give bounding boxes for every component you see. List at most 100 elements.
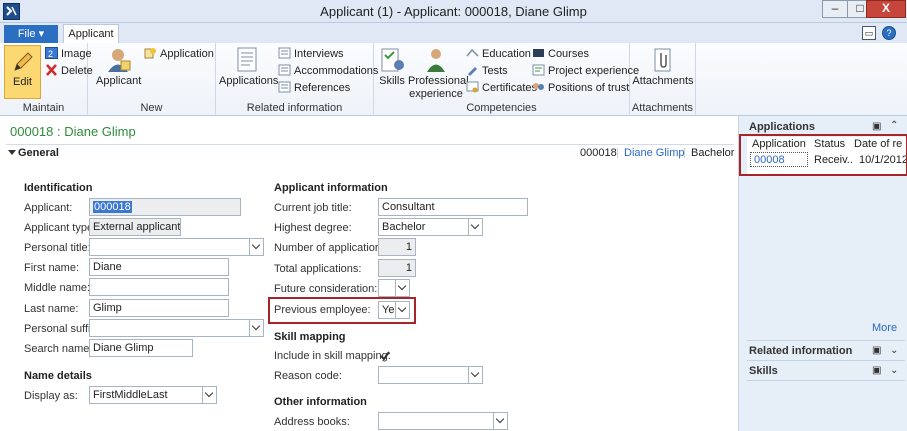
factbox-layout-icon[interactable]: ▣ — [872, 345, 881, 356]
factbox-layout-icon[interactable]: ▣ — [872, 121, 881, 132]
chevron-down-icon[interactable] — [468, 367, 482, 383]
chevron-down-icon[interactable] — [468, 219, 482, 235]
references-icon — [278, 81, 291, 93]
edit-button[interactable]: Edit — [4, 45, 41, 99]
search-name-field[interactable]: Diane Glimp — [89, 339, 193, 357]
number-of-applications-field: 1 — [378, 238, 416, 256]
last-name-label: Last name: — [24, 303, 79, 315]
middle-name-label: Middle name: — [24, 282, 91, 294]
address-books-select[interactable] — [378, 412, 508, 430]
display-as-select[interactable]: FirstMiddleLast — [89, 386, 217, 404]
previous-employee-select[interactable]: Yes — [378, 301, 410, 319]
file-tab[interactable]: File ▾ — [4, 25, 58, 43]
minimize-button[interactable]: – — [822, 0, 848, 18]
group-new: Applicant Application New — [88, 43, 216, 116]
summary-name-link[interactable]: Diane Glimp — [624, 147, 685, 159]
tests-icon — [468, 67, 477, 76]
applications-list-icon — [237, 47, 257, 72]
group-attachments: Attachments Attachments — [630, 43, 696, 116]
application-icon — [144, 48, 156, 59]
more-link[interactable]: More — [872, 322, 897, 334]
highest-degree-select[interactable]: Bachelor — [378, 218, 483, 236]
attachments-button[interactable]: Attachments — [632, 47, 694, 88]
summary-separator — [617, 148, 618, 158]
window-title: Applicant (1) - Applicant: 000018, Diane… — [320, 4, 587, 19]
group-related-information: Applications Interviews Accommodations R… — [216, 43, 378, 116]
applicant-type-label: Applicant type: — [24, 222, 97, 234]
display-as-label: Display as: — [24, 390, 78, 402]
person-icon — [108, 49, 131, 72]
new-application-button[interactable]: Application — [144, 47, 214, 61]
reason-code-select[interactable] — [378, 366, 483, 384]
professional-experience-button[interactable]: Professional experience — [408, 47, 469, 101]
chevron-down-icon[interactable] — [249, 320, 263, 336]
first-name-field[interactable]: Diane — [89, 258, 229, 276]
applicant-information-heading: Applicant information — [274, 182, 388, 194]
pencil-icon — [14, 52, 33, 71]
chevron-down-icon[interactable] — [249, 239, 263, 255]
first-name-label: First name: — [24, 262, 80, 274]
chevron-up-icon[interactable]: ⌃ — [890, 120, 898, 131]
chevron-down-icon[interactable]: ⌄ — [890, 365, 898, 376]
applicant-label: Applicant: — [24, 202, 73, 214]
include-skill-mapping-checkbox[interactable] — [379, 350, 391, 362]
image-button[interactable]: 2 Image — [45, 47, 92, 61]
number-of-applications-label: Number of applications: — [274, 242, 390, 254]
chevron-down-icon[interactable] — [202, 387, 216, 403]
chevron-down-icon[interactable] — [395, 302, 409, 318]
close-button[interactable]: X — [866, 0, 906, 18]
total-applications-field: 1 — [378, 259, 416, 277]
highest-degree-label: Highest degree: — [274, 222, 352, 234]
interviews-button[interactable]: Interviews — [278, 47, 344, 61]
chevron-down-icon[interactable] — [493, 413, 507, 429]
applicant-type-field[interactable]: External applicant — [89, 218, 181, 236]
window-layout-icon[interactable]: ▭ — [862, 26, 876, 40]
factbox-layout-icon[interactable]: ▣ — [872, 365, 881, 376]
professional-experience-icon — [427, 49, 445, 72]
delete-button[interactable]: Delete — [45, 64, 93, 78]
positions-of-trust-button[interactable]: Positions of trust — [532, 81, 629, 95]
tests-button[interactable]: Tests — [466, 64, 508, 78]
group-competencies: Skills Professional experience Education … — [374, 43, 639, 116]
related-information-factbox-title[interactable]: Related information — [749, 345, 852, 357]
total-applications-label: Total applications: — [274, 263, 362, 275]
tab-applicant[interactable]: Applicant — [63, 24, 119, 44]
personal-title-select[interactable] — [89, 238, 264, 256]
applications-factbox-title[interactable]: Applications — [749, 121, 815, 133]
help-icon[interactable]: ? — [882, 26, 896, 40]
collapse-triangle-icon[interactable] — [8, 150, 16, 155]
chevron-down-icon[interactable]: ⌄ — [890, 345, 898, 356]
summary-degree: Bachelor — [691, 147, 735, 159]
group-label: Competencies — [466, 102, 537, 114]
group-maintain: Edit 2 Image Delete Maintain — [0, 43, 93, 116]
applications-button[interactable]: Applications — [219, 47, 278, 88]
courses-icon — [533, 49, 544, 57]
search-name-label: Search name: — [24, 343, 93, 355]
skills-button[interactable]: Skills — [376, 47, 408, 88]
certificates-button[interactable]: Certificates — [466, 81, 537, 95]
accommodations-button[interactable]: Accommodations — [278, 64, 378, 78]
general-section-header[interactable]: General 000018 Diane Glimp Bachelor — [6, 144, 734, 160]
title-bar: Applicant (1) - Applicant: 000018, Diane… — [0, 0, 907, 23]
courses-button[interactable]: Courses — [532, 47, 589, 61]
ribbon: Edit 2 Image Delete Maintain Applicant Ap… — [0, 43, 907, 116]
new-applicant-button[interactable]: Applicant — [96, 47, 141, 88]
form-content: 000018 : Diane Glimp General 000018 Dian… — [0, 116, 738, 431]
personal-suffix-select[interactable] — [89, 319, 264, 337]
education-button[interactable]: Education — [466, 47, 531, 61]
middle-name-field[interactable] — [89, 278, 229, 296]
section-title: General — [18, 147, 59, 159]
interviews-icon — [278, 47, 291, 59]
last-name-field[interactable]: Glimp — [89, 299, 229, 317]
applicant-id-field[interactable]: 000018 — [89, 198, 241, 216]
project-experience-button[interactable]: Project experience — [532, 64, 639, 78]
group-label: Related information — [246, 102, 343, 114]
chevron-down-icon[interactable] — [395, 280, 409, 296]
skills-factbox-title[interactable]: Skills — [749, 365, 778, 377]
references-button[interactable]: References — [278, 81, 350, 95]
current-job-title-field[interactable]: Consultant — [378, 198, 528, 216]
image-icon: 2 — [45, 47, 58, 59]
accommodations-icon — [278, 64, 291, 76]
current-job-title-label: Current job title: — [274, 202, 352, 214]
future-consideration-select[interactable] — [378, 279, 410, 297]
